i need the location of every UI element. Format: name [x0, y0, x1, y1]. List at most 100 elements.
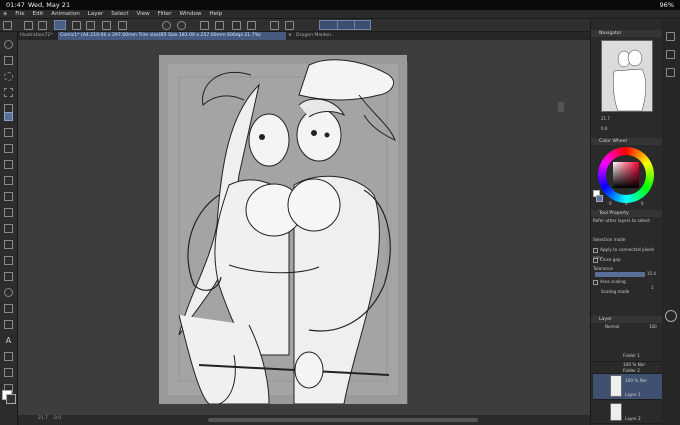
new-file-icon[interactable]	[24, 21, 33, 30]
eraser-tool-icon[interactable]	[4, 224, 13, 233]
scaling-mode-label: Scaling mode	[601, 289, 630, 294]
pencil-tool-icon[interactable]	[4, 160, 13, 169]
area-scaling-checkbox[interactable]	[593, 279, 598, 285]
menu-layer[interactable]: Layer	[85, 10, 107, 18]
crop-icon[interactable]	[270, 21, 279, 30]
deselect-icon[interactable]	[232, 21, 241, 30]
clear-icon[interactable]	[200, 21, 209, 30]
export-icon[interactable]	[102, 21, 111, 30]
navigator-preview[interactable]	[601, 40, 653, 112]
open-file-icon[interactable]	[38, 21, 47, 30]
menu-filter[interactable]: Filter	[155, 10, 175, 18]
ruler-icon[interactable]	[285, 21, 294, 30]
search-panel-icon[interactable]	[666, 68, 675, 77]
saturation-value-square[interactable]	[613, 162, 639, 188]
layer-header[interactable]: Layer	[591, 316, 663, 323]
brush-tool-icon[interactable]	[4, 176, 13, 185]
area-scaling-label: Area scaling	[600, 279, 626, 284]
save-icon[interactable]	[72, 21, 81, 30]
eyedropper-icon[interactable]	[4, 128, 13, 137]
app-icon[interactable]: ◈	[0, 10, 10, 18]
zoom-tool-icon[interactable]	[4, 40, 13, 49]
blend-tool-icon[interactable]	[4, 240, 13, 249]
ruler-tool-icon[interactable]	[4, 320, 13, 329]
color-sub-swatch[interactable]	[596, 195, 603, 202]
subview-panel-icon[interactable]	[666, 50, 675, 59]
pen-tool-icon[interactable]	[4, 144, 13, 153]
status-time: 01:47	[6, 1, 25, 9]
decoration-tool-icon[interactable]	[4, 208, 13, 217]
close-gap-option[interactable]: Close gap	[593, 256, 663, 264]
layer-name: Layer 1	[625, 392, 641, 397]
tab-comic1[interactable]: Comic1* (A4 210.00 x 297.00mm Trim size(…	[58, 32, 286, 40]
brush-preset-bar[interactable]	[319, 20, 371, 30]
layer-opacity[interactable]: 100	[649, 324, 657, 329]
pen-icon[interactable]	[118, 21, 127, 30]
canvas-status-bar: 21.7 0.0	[18, 415, 590, 425]
hue-ring[interactable]	[598, 147, 654, 203]
side-toggle-icon[interactable]	[665, 310, 677, 322]
figure-tool-icon[interactable]	[4, 288, 13, 297]
fill-tool-icon[interactable]	[4, 256, 13, 265]
transform-icon[interactable]	[86, 21, 95, 30]
close-tab-icon[interactable]: ×	[286, 32, 292, 40]
undo-icon[interactable]	[162, 21, 171, 30]
menu-animation[interactable]: Animation	[48, 10, 83, 18]
tolerance-value: 15.4	[647, 271, 656, 276]
zoom-readout[interactable]: 21.7	[38, 416, 48, 421]
select-tool-icon[interactable]	[4, 88, 13, 97]
invert-selection-icon[interactable]	[247, 21, 256, 30]
layer-row-selected[interactable]: 100 % Nor Layer 1	[593, 374, 663, 400]
redo-icon[interactable]	[177, 21, 186, 30]
move-tool-icon[interactable]	[4, 56, 13, 65]
tab-dragon-maiden[interactable]: Dragon Maiden...	[294, 32, 334, 40]
auto-select-tool-icon[interactable]	[4, 112, 13, 121]
layer-row[interactable]: 100 % Nor Folder 2	[593, 362, 663, 374]
fill-icon[interactable]	[215, 21, 224, 30]
navigator-angle[interactable]: 0.0	[601, 126, 607, 131]
navigator-thumbnail	[612, 49, 646, 112]
blend-mode-select[interactable]: Normal	[605, 324, 619, 329]
tool-bar: A	[0, 32, 18, 425]
layer-thumbnail	[610, 375, 622, 397]
navigator-zoom[interactable]: 21.7	[601, 116, 610, 121]
layer-name: Folder 2	[623, 368, 640, 373]
sub-color-swatch[interactable]	[6, 394, 16, 404]
status-date: Wed, May 21	[28, 1, 71, 9]
grid-icon[interactable]	[3, 21, 12, 30]
horizontal-scrollbar[interactable]	[208, 418, 478, 422]
close-gap-checkbox[interactable]	[593, 257, 598, 263]
correct-line-tool-icon[interactable]	[4, 368, 13, 377]
gradient-tool-icon[interactable]	[4, 272, 13, 281]
drawing-canvas[interactable]	[159, 55, 407, 404]
menu-help[interactable]: Help	[206, 10, 225, 18]
navigator-panel-icon[interactable]	[666, 32, 675, 41]
navigator-header[interactable]: Navigator	[591, 30, 663, 37]
menu-select[interactable]: Select	[108, 10, 131, 18]
scroll-handle-vertical[interactable]	[558, 102, 564, 112]
layer-row[interactable]: Folder 1	[593, 350, 663, 362]
text-tool-icon[interactable]: A	[4, 336, 13, 345]
apply-connected-option[interactable]: Apply to connected pixels only	[593, 246, 663, 260]
tolerance-slider[interactable]	[595, 272, 645, 277]
airbrush-tool-icon[interactable]	[4, 192, 13, 201]
frame-tool-icon[interactable]	[4, 304, 13, 313]
angle-readout[interactable]: 0.0	[54, 416, 61, 421]
menu-view[interactable]: View	[133, 10, 152, 18]
quick-tool-button[interactable]	[54, 20, 66, 30]
tool-property-header[interactable]: Tool Property	[591, 210, 663, 217]
menu-edit[interactable]: Edit	[30, 10, 47, 18]
apply-connected-checkbox[interactable]	[593, 247, 598, 253]
status-bar: 01:47 Wed, May 21 96%	[0, 0, 680, 10]
command-bar	[0, 19, 680, 32]
balloon-tool-icon[interactable]	[4, 352, 13, 361]
tab-illustration72[interactable]: Illustration72*	[18, 32, 56, 40]
menu-window[interactable]: Window	[176, 10, 204, 18]
layer-row[interactable]: Layer 2	[593, 402, 663, 424]
color-wheel-header[interactable]: Color Wheel	[591, 138, 663, 145]
brightness-value: 0	[641, 201, 644, 206]
layer-opacity-label: 100 % Nor	[625, 378, 648, 383]
lasso-tool-icon[interactable]	[4, 72, 13, 81]
line-art	[159, 55, 407, 404]
menu-file[interactable]: File	[12, 10, 27, 18]
